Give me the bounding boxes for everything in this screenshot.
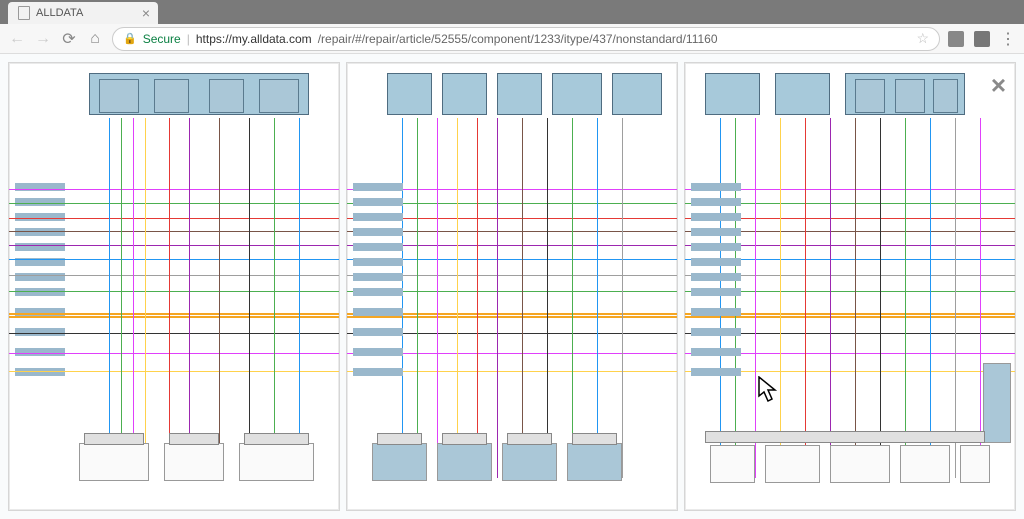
schematic-panel-2[interactable] — [346, 62, 678, 511]
bookmark-icon[interactable]: ☆ — [916, 30, 929, 47]
close-icon[interactable]: × — [991, 72, 1006, 98]
address-bar[interactable]: 🔒 Secure | https://my.alldata.com/repair… — [112, 27, 940, 51]
wiring-diagram-3 — [685, 63, 1015, 510]
back-button[interactable]: ← — [8, 30, 26, 48]
forward-button[interactable]: → — [34, 30, 52, 48]
document-viewer: × — [0, 54, 1024, 519]
wiring-diagram-2 — [347, 63, 677, 510]
extension-icon-2[interactable] — [974, 31, 990, 47]
schematic-panel-1[interactable] — [8, 62, 340, 511]
extension-icon-1[interactable] — [948, 31, 964, 47]
secure-label: Secure — [143, 32, 181, 46]
url-host: https://my.alldata.com — [196, 32, 312, 46]
toolbar-extensions: ⋮ — [948, 29, 1016, 49]
url-path: /repair/#/repair/article/52555/component… — [318, 32, 718, 46]
page-icon — [18, 6, 30, 20]
home-button[interactable]: ⌂ — [86, 30, 104, 48]
tab-title: ALLDATA — [36, 7, 83, 19]
reload-button[interactable]: ⟳ — [60, 29, 78, 49]
lock-icon: 🔒 — [123, 32, 137, 45]
url-separator: | — [187, 32, 190, 46]
kebab-menu-icon[interactable]: ⋮ — [1000, 29, 1016, 49]
browser-tab-bar: ALLDATA × — [0, 0, 1024, 24]
wiring-diagram-1 — [9, 63, 339, 510]
browser-tab[interactable]: ALLDATA × — [8, 2, 158, 24]
browser-toolbar: ← → ⟳ ⌂ 🔒 Secure | https://my.alldata.co… — [0, 24, 1024, 54]
tab-close-icon[interactable]: × — [142, 5, 150, 21]
schematic-panel-3[interactable] — [684, 62, 1016, 511]
